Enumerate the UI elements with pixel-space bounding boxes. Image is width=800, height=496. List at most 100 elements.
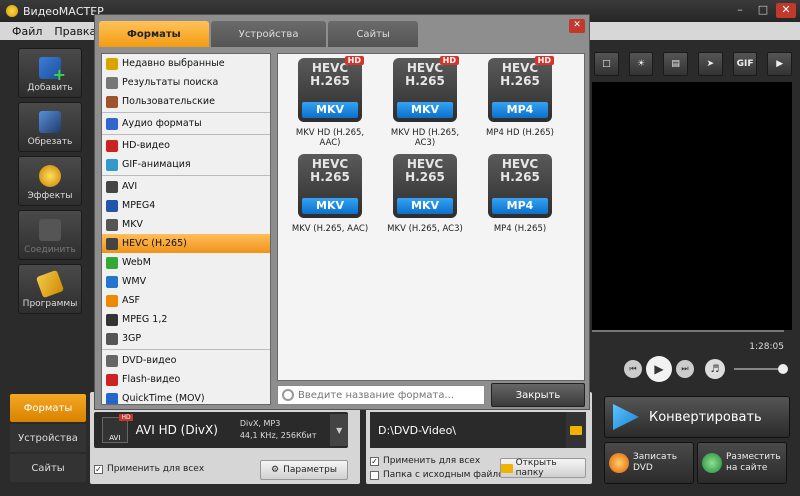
close-icon[interactable]: ✕ <box>776 3 796 18</box>
maximize-icon[interactable]: □ <box>753 3 773 18</box>
trim-label: Обрезать <box>27 137 73 147</box>
minimize-icon[interactable]: – <box>730 3 750 18</box>
scissors-icon <box>39 111 61 133</box>
chevron-down-icon[interactable]: ▼ <box>330 414 348 446</box>
parameters-button[interactable]: ⚙ Параметры <box>260 460 348 480</box>
category-label: HD-видео <box>122 140 170 151</box>
webm-icon <box>106 256 118 269</box>
dialog-tab-devices[interactable]: Устройства <box>210 21 327 47</box>
close-dialog-button[interactable]: Закрыть <box>491 383 585 407</box>
tab-formats[interactable]: Форматы <box>10 394 86 422</box>
menu-file[interactable]: Файл <box>12 25 42 38</box>
open-folder-label: Открыть папку <box>515 458 557 478</box>
open-folder-button[interactable]: Открыть папку <box>500 458 586 478</box>
category-item[interactable]: WMV <box>102 272 270 291</box>
prev-icon[interactable]: ⏮ <box>624 360 642 378</box>
player-controls: ⏮ ▶ ⏭ <box>624 356 694 382</box>
format-card[interactable]: HEVC H.265 MKV MKV (H.265, AAC) <box>286 154 374 234</box>
category-item[interactable]: HD-видео <box>102 136 270 155</box>
format-card[interactable]: HEVC H.265 MP4 HD MP4 HD (H.265) <box>476 56 564 138</box>
dialog-close-icon[interactable]: ✕ <box>569 19 585 33</box>
category-item[interactable]: Недавно выбранные <box>102 54 270 73</box>
user-icon <box>106 95 118 108</box>
apply-all-format-checkbox[interactable]: ✓ <box>94 464 103 474</box>
volume-slider[interactable] <box>734 364 788 374</box>
convert-button[interactable]: Конвертировать <box>604 396 790 438</box>
join-button[interactable]: Соединить <box>18 210 82 260</box>
category-item[interactable]: ASF <box>102 291 270 310</box>
avi-format-icon: HD AVI <box>102 414 133 443</box>
container-label: MKV <box>397 102 453 118</box>
codec-label: HEVC H.265 <box>500 157 540 184</box>
category-item[interactable]: MKV <box>102 215 270 234</box>
format-grid: HEVC H.265 MKV HD MKV HD (H.265, AAC) HEVC H.2… <box>277 53 585 381</box>
source-folder-row[interactable]: Папка с исходным файлом <box>370 470 510 480</box>
effects-button[interactable]: Эффекты <box>18 156 82 206</box>
screenshot-icon[interactable]: ▶ <box>767 52 793 76</box>
output-path-field[interactable]: D:\DVD-Video\ <box>370 412 566 448</box>
window-title: ВидеоМАСТЕР <box>23 4 104 18</box>
format-card[interactable]: HEVC H.265 MKV HD MKV HD (H.265, AC3) <box>381 56 469 148</box>
format-search-input[interactable] <box>298 389 478 401</box>
timeline-slider[interactable] <box>592 330 784 332</box>
codec-label: HEVC H.265 <box>405 61 445 88</box>
category-item[interactable]: HEVC (H.265) <box>102 234 270 253</box>
category-item[interactable]: QuickTime (MOV) <box>102 389 270 404</box>
apply-all-format-row[interactable]: ✓ Применить для всех <box>94 464 204 474</box>
container-label: MP4 <box>492 198 548 214</box>
category-label: GIF-анимация <box>122 159 191 170</box>
crop-icon[interactable]: □ <box>594 52 619 76</box>
category-label: ASF <box>122 295 140 306</box>
category-label: Пользовательские <box>122 96 215 107</box>
play-icon[interactable]: ▶ <box>646 356 672 382</box>
window-controls: – □ ✕ <box>730 3 796 18</box>
output-format-select[interactable]: HD AVI AVI HD (DivX) DivX, MP3 44,1 KHz,… <box>94 412 348 448</box>
film-icon[interactable]: ▤ <box>663 52 689 76</box>
category-item[interactable]: GIF-анимация <box>102 155 270 174</box>
category-item[interactable]: Flash-видео <box>102 370 270 389</box>
share-online-button[interactable]: Разместить на сайте <box>697 442 787 484</box>
category-item[interactable]: DVD-видео <box>102 351 270 370</box>
volume-icon[interactable]: ♬ <box>705 359 725 379</box>
add-button[interactable]: Добавить <box>18 48 82 98</box>
join-label: Соединить <box>24 245 76 255</box>
hevc-format-icon: HEVC H.265 MKV <box>298 154 362 218</box>
programs-button[interactable]: Программы <box>18 264 82 314</box>
format-search[interactable] <box>277 385 485 405</box>
category-item[interactable]: MPEG4 <box>102 196 270 215</box>
source-folder-checkbox[interactable] <box>370 470 379 480</box>
category-label: Flash-видео <box>122 374 181 385</box>
category-item[interactable]: Аудио форматы <box>102 114 270 133</box>
tab-devices[interactable]: Устройства <box>10 424 86 452</box>
next-icon[interactable]: ⏭ <box>676 360 694 378</box>
category-item[interactable]: WebM <box>102 253 270 272</box>
browse-folder-button[interactable] <box>566 412 586 448</box>
format-card[interactable]: HEVC H.265 MKV HD MKV HD (H.265, AAC) <box>286 56 374 148</box>
container-label: MKV <box>397 198 453 214</box>
globe-icon <box>702 453 722 473</box>
gif-icon[interactable]: GIF <box>732 52 758 76</box>
apply-all-folder-label: Применить для всех <box>383 456 481 466</box>
volume-knob[interactable] <box>778 364 788 374</box>
runner-icon[interactable]: ➤ <box>698 52 723 76</box>
burn-dvd-button[interactable]: Записать DVD <box>604 442 694 484</box>
format-card[interactable]: HEVC H.265 MKV MKV (H.265, AC3) <box>381 154 469 234</box>
dialog-tab-sites[interactable]: Сайты <box>328 21 418 47</box>
apply-all-format-label: Применить для всех <box>107 464 205 474</box>
open-folder-icon <box>501 463 513 473</box>
trim-button[interactable]: Обрезать <box>18 102 82 152</box>
category-item[interactable]: Результаты поиска <box>102 73 270 92</box>
category-item[interactable]: AVI <box>102 177 270 196</box>
apply-all-folder-row[interactable]: ✓ Применить для всех <box>370 456 480 466</box>
dialog-tab-formats[interactable]: Форматы <box>99 21 209 47</box>
category-item[interactable]: Пользовательские <box>102 92 270 111</box>
apply-all-folder-checkbox[interactable]: ✓ <box>370 456 379 466</box>
menu-edit[interactable]: Правка <box>54 25 96 38</box>
category-item[interactable]: 3GP <box>102 329 270 348</box>
convert-arrow-icon <box>613 404 639 430</box>
tab-sites[interactable]: Сайты <box>10 454 86 482</box>
format-card[interactable]: HEVC H.265 MP4 MP4 (H.265) <box>476 154 564 234</box>
hevc-icon <box>106 237 118 250</box>
brightness-icon[interactable]: ☀ <box>628 52 654 76</box>
category-item[interactable]: MPEG 1,2 <box>102 310 270 329</box>
